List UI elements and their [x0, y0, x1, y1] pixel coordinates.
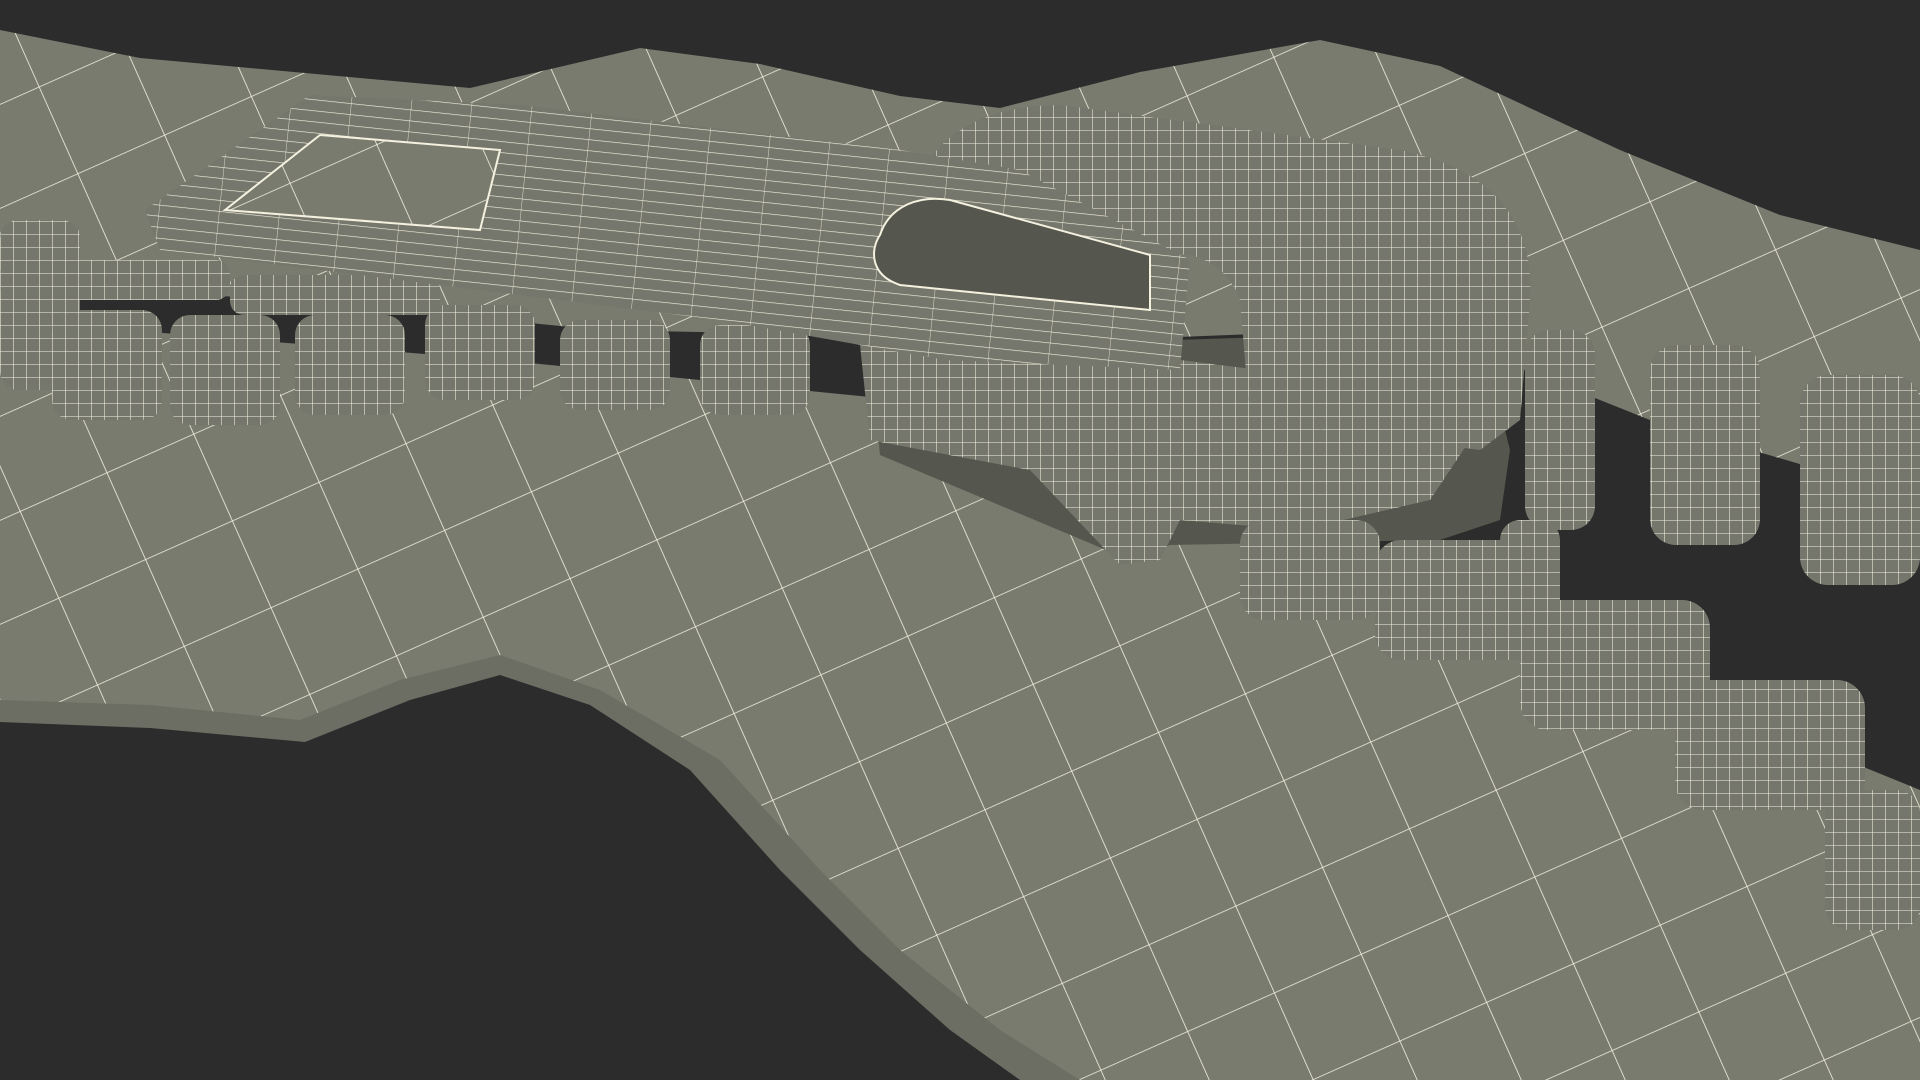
zipper-tooth [700, 325, 810, 415]
zipper-tooth [1825, 790, 1920, 930]
zipper-tooth [425, 305, 535, 400]
zipper-tooth [1650, 345, 1760, 545]
zipper-tooth [52, 310, 162, 420]
zipper-tooth [295, 315, 405, 415]
zipper-render [0, 0, 1920, 1080]
zipper-tooth [1525, 330, 1595, 530]
zipper-tooth [1240, 520, 1380, 620]
zipper-tooth [0, 260, 230, 300]
zipper-tooth [560, 320, 670, 410]
zipper-tooth [1500, 520, 1560, 630]
zipper-tooth [1675, 680, 1865, 810]
zipper-tooth [170, 315, 280, 425]
zipper-tooth [1800, 375, 1920, 585]
render-viewport [0, 0, 1920, 1080]
